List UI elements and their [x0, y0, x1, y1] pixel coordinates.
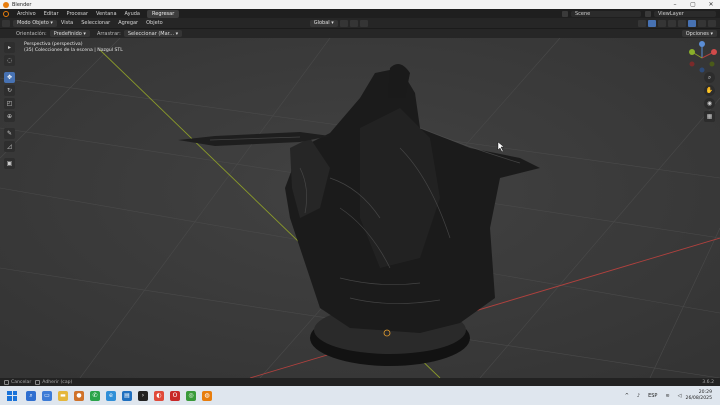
status-bar: Cancelar Adherir (cap) 3.6.2: [0, 378, 720, 386]
visibility-icon[interactable]: [638, 19, 646, 27]
scene-name: Scene: [575, 10, 591, 17]
proportional-edit-icon[interactable]: [359, 19, 368, 27]
tray-volume-icon[interactable]: ◁: [678, 393, 682, 399]
options-label: Opciones: [685, 30, 709, 37]
taskbar-firefox-icon[interactable]: ◐: [154, 390, 164, 401]
view-layer-icon: [645, 10, 651, 17]
perspective-toggle-icon[interactable]: ▦: [704, 111, 715, 122]
shading-rendered-icon[interactable]: [708, 19, 716, 27]
window-titlebar: Blender – ▢ ✕: [0, 0, 720, 9]
editor-type-icon[interactable]: [2, 19, 10, 27]
maximize-button[interactable]: ▢: [684, 0, 702, 9]
transform-tool-icon[interactable]: ⊕: [4, 111, 15, 122]
gizmo-toggle-icon[interactable]: [648, 19, 656, 27]
top-menubar: Archivo Editar Procesar Ventana Ayuda Re…: [0, 9, 720, 18]
orientation-label: Orientación:: [16, 30, 47, 37]
menu-ventana[interactable]: Ventana: [92, 11, 121, 17]
taskbar-search-icon[interactable]: ⌕: [26, 390, 36, 401]
menu-ayuda[interactable]: Ayuda: [121, 11, 144, 17]
window-title: Blender: [12, 1, 32, 8]
mode-label: Modo Objeto: [17, 20, 49, 26]
scale-tool-icon[interactable]: ◰: [4, 98, 15, 109]
menu-editar[interactable]: Editar: [40, 11, 63, 17]
view-layer-name: ViewLayer: [658, 10, 684, 17]
drag-value: Seleccionar (Mar...: [127, 30, 175, 37]
drag-dropdown[interactable]: Seleccionar (Mar... ▾: [123, 30, 183, 37]
taskbar-blender-icon[interactable]: ◍: [202, 390, 212, 401]
shading-wireframe-icon[interactable]: [678, 19, 686, 27]
taskbar-app-icon[interactable]: ●: [74, 390, 84, 401]
orientation-global-label: Global: [313, 20, 330, 26]
menu-objeto[interactable]: Objeto: [142, 20, 167, 26]
status-snap-label: Adherir (cap): [42, 379, 73, 385]
mouse-left-icon: [4, 379, 9, 385]
xray-toggle-icon[interactable]: [668, 19, 676, 27]
menu-archivo[interactable]: Archivo: [13, 11, 40, 17]
clock-date: 26/08/2025: [685, 395, 712, 401]
orientation-value: Predefinido: [53, 30, 82, 37]
taskbar-opera-icon[interactable]: O: [170, 390, 180, 401]
scene-selector[interactable]: Scene: [571, 10, 641, 17]
shading-solid-icon[interactable]: [688, 19, 696, 27]
collection-object-label: (35) Colecciones de la escena | Nazgul S…: [24, 48, 123, 53]
taskbar-clock[interactable]: 20:29 26/08/2025: [686, 390, 712, 402]
snap-icon[interactable]: [349, 19, 358, 27]
taskbar-whatsapp-icon[interactable]: ✆: [90, 390, 100, 401]
add-cube-tool-icon[interactable]: ▣: [4, 158, 15, 169]
select-box-tool-icon[interactable]: ▸: [4, 42, 15, 53]
taskbar-chrome-icon[interactable]: ◎: [186, 390, 196, 401]
taskbar-edge-icon[interactable]: e: [106, 390, 116, 401]
status-cancel-label: Cancelar: [11, 379, 32, 385]
mouse-right-icon: [35, 379, 41, 385]
viewport-header: Modo Objeto ▾ Vista Seleccionar Agregar …: [0, 18, 720, 28]
drag-label: Arrastrar:: [96, 30, 121, 37]
zoom-icon[interactable]: ⌕: [704, 72, 715, 83]
close-button[interactable]: ✕: [702, 0, 720, 9]
menu-procesar[interactable]: Procesar: [63, 11, 92, 17]
view-layer-selector[interactable]: ViewLayer: [654, 10, 716, 17]
pan-hand-icon[interactable]: ✋: [704, 85, 715, 96]
scene-icon: [562, 10, 568, 17]
taskbar-terminal-icon[interactable]: ›: [138, 390, 148, 401]
tray-chevron-icon[interactable]: ^: [625, 393, 629, 399]
viewport-scene: [0, 38, 720, 378]
workspace-tab[interactable]: Regresar: [147, 9, 180, 18]
taskbar-task-view-icon[interactable]: ▭: [42, 390, 52, 401]
windows-taskbar: ⌕ ▭ ▬ ● ✆ e ▤ › ◐ O ◎ ◍ ^ ♪ ESP ≋ ◁ 20:2…: [0, 386, 720, 405]
menu-agregar[interactable]: Agregar: [114, 20, 142, 26]
taskbar-file-explorer-icon[interactable]: ▬: [58, 390, 68, 401]
tool-settings-bar: Orientación: Predefinido ▾ Arrastrar: Se…: [0, 28, 720, 38]
tray-wifi-icon[interactable]: ≋: [665, 393, 669, 399]
minimize-button[interactable]: –: [666, 0, 684, 9]
left-toolbar: ▸ ◌ ✥ ↻ ◰ ⊕ ✎ ◿ ▣: [4, 42, 16, 169]
viewport-info-text: Perspectiva (perspectiva) (35) Coleccion…: [24, 42, 123, 54]
right-navigation-buttons: ⌕ ✋ ◉ ▦: [704, 72, 716, 122]
blender-app-icon: [3, 1, 9, 8]
blender-logo-icon[interactable]: [3, 10, 9, 17]
orientation-dropdown[interactable]: Predefinido ▾: [49, 30, 90, 37]
move-tool-icon[interactable]: ✥: [4, 72, 15, 83]
blender-version: 3.6.2: [702, 379, 714, 385]
cursor-tool-icon[interactable]: ◌: [4, 55, 15, 66]
taskbar-store-icon[interactable]: ▤: [122, 390, 132, 401]
options-dropdown[interactable]: Opciones ▾: [681, 30, 717, 37]
camera-view-icon[interactable]: ◉: [704, 98, 715, 109]
overlay-toggle-icon[interactable]: [658, 19, 666, 27]
menu-vista[interactable]: Vista: [57, 20, 77, 26]
transform-orientation-selector[interactable]: Global ▾: [309, 19, 338, 27]
shading-material-icon[interactable]: [698, 19, 706, 27]
3d-viewport[interactable]: Perspectiva (perspectiva) (35) Coleccion…: [0, 38, 720, 378]
annotate-tool-icon[interactable]: ✎: [4, 128, 15, 139]
pivot-icon[interactable]: [339, 19, 348, 27]
rotate-tool-icon[interactable]: ↻: [4, 85, 15, 96]
windows-start-icon[interactable]: [7, 390, 17, 401]
measure-tool-icon[interactable]: ◿: [4, 141, 15, 152]
language-indicator[interactable]: ESP: [648, 393, 657, 399]
mode-selector[interactable]: Modo Objeto ▾: [13, 19, 57, 27]
menu-seleccionar[interactable]: Seleccionar: [77, 20, 114, 26]
tray-mic-icon[interactable]: ♪: [637, 393, 640, 399]
